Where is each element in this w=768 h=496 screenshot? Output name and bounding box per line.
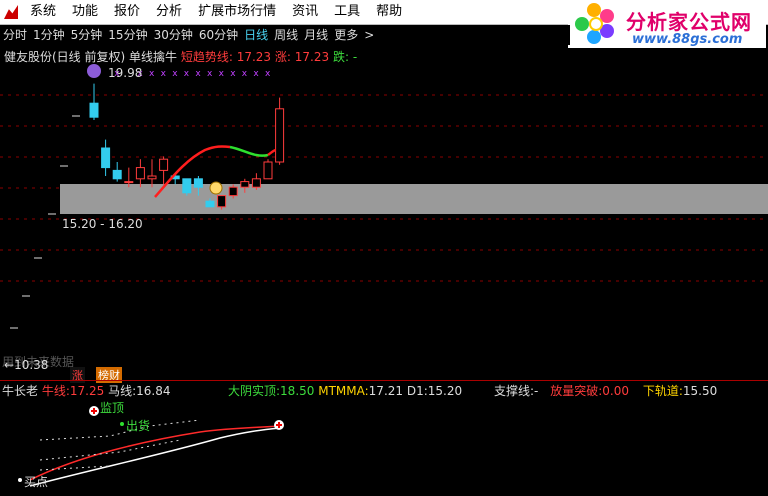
horse-curve bbox=[29, 427, 281, 487]
maidian-dot-icon bbox=[18, 478, 22, 482]
bull-curve bbox=[29, 425, 281, 481]
signal-chuhuo: 出货 bbox=[126, 419, 151, 433]
signal-jianchi: 监顶 bbox=[100, 401, 125, 415]
dotted-middle-line bbox=[39, 439, 181, 461]
chuhuo-dot-icon bbox=[120, 422, 124, 426]
dotted-upper-line bbox=[39, 419, 201, 441]
signal-maidian: 买点 bbox=[24, 475, 49, 489]
indicator-chart[interactable] bbox=[0, 0, 768, 496]
